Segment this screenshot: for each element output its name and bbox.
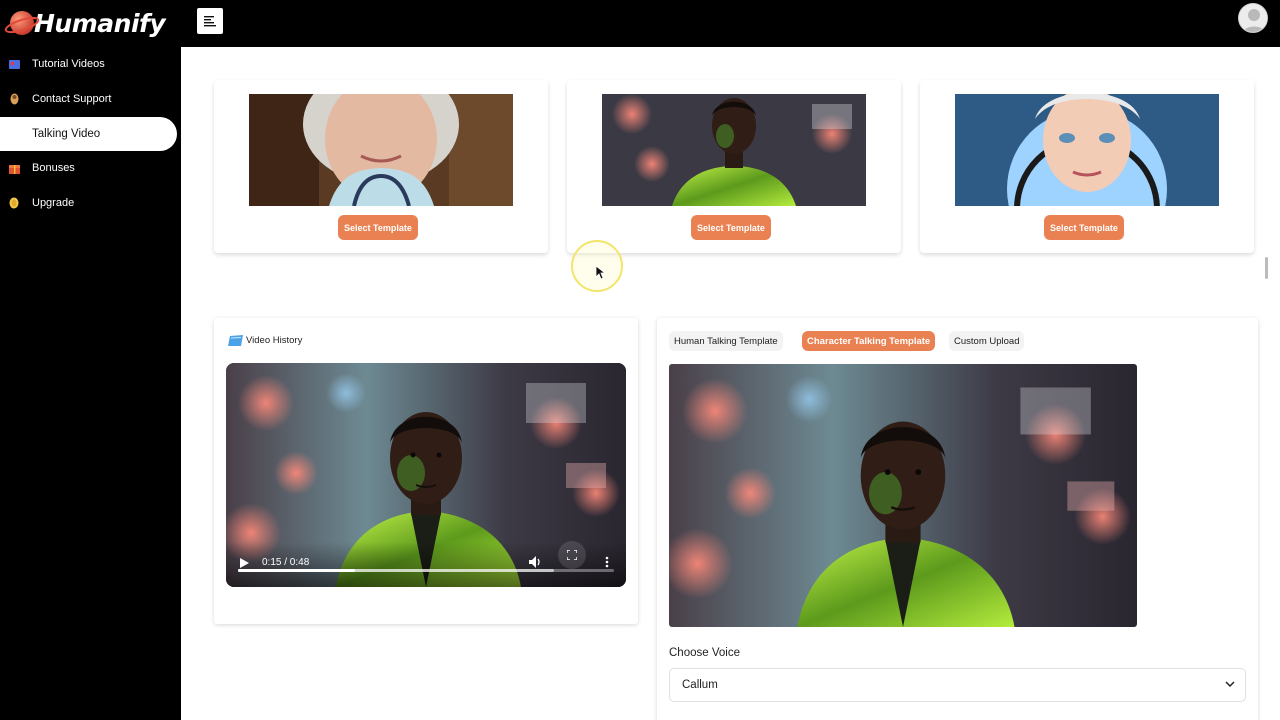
template-thumbnail-image[interactable] — [955, 94, 1219, 206]
top-bar: Humanify — [0, 0, 1280, 47]
select-template-button[interactable]: Select Template — [338, 215, 418, 240]
sidebar-item-label: Contact Support — [32, 93, 112, 105]
hamburger-icon — [204, 16, 216, 27]
scrollbar-thumb[interactable] — [1265, 257, 1268, 279]
sidebar-item-talking-video[interactable]: Talking Video — [0, 117, 177, 151]
app-logo-text: Humanify — [34, 8, 166, 38]
template-card: Select Template — [920, 80, 1254, 253]
more-options-icon[interactable] — [605, 556, 609, 568]
sidebar-item-label: Tutorial Videos — [32, 58, 105, 70]
menu-toggle-button[interactable] — [197, 8, 223, 34]
voice-select-value: Callum — [682, 679, 718, 691]
video-history-title: Video History — [246, 335, 303, 346]
sidebar-item-bonuses[interactable]: Bonuses — [0, 151, 177, 185]
select-template-button[interactable]: Select Template — [691, 215, 771, 240]
template-card: Select Template — [214, 80, 548, 253]
tab-character-talking-template[interactable]: Character Talking Template — [802, 331, 936, 351]
choose-voice-label: Choose Voice — [669, 647, 740, 659]
played-bar — [238, 569, 355, 572]
select-template-button[interactable]: Select Template — [1044, 215, 1124, 240]
sidebar: Tutorial Videos Contact Support Talking … — [0, 47, 181, 720]
talking-video-panel: Human Talking Template Character Talking… — [657, 318, 1258, 720]
volume-icon[interactable] — [529, 556, 542, 568]
template-thumbnail-image[interactable] — [249, 94, 513, 206]
tab-custom-upload[interactable]: Custom Upload — [949, 331, 1025, 351]
film-icon — [8, 58, 20, 70]
support-icon — [8, 93, 20, 105]
video-progress-bar[interactable] — [238, 569, 614, 572]
play-icon[interactable] — [240, 558, 249, 568]
sidebar-item-upgrade[interactable]: Upgrade — [0, 186, 177, 220]
template-thumbnail-image[interactable] — [602, 94, 866, 206]
video-history-heading: Video History — [228, 334, 302, 347]
fullscreen-button[interactable] — [558, 541, 586, 569]
user-avatar[interactable] — [1238, 3, 1268, 33]
sidebar-item-label: Upgrade — [32, 197, 75, 209]
coin-icon — [8, 197, 20, 209]
sidebar-item-contact-support[interactable]: Contact Support — [0, 82, 177, 116]
user-icon — [1239, 4, 1267, 32]
planet-logo-icon — [4, 11, 40, 35]
video-time: 0:15 / 0:48 — [262, 557, 310, 568]
voice-select[interactable]: Callum — [669, 668, 1246, 702]
template-preview-image — [669, 364, 1137, 627]
sidebar-item-label: Bonuses — [32, 162, 75, 174]
tab-human-talking-template[interactable]: Human Talking Template — [669, 331, 783, 351]
video-controls: 0:15 / 0:48 — [226, 541, 626, 587]
mouse-pointer-icon — [596, 266, 606, 280]
sidebar-item-label: Talking Video — [32, 128, 101, 140]
sidebar-item-tutorial-videos[interactable]: Tutorial Videos — [0, 47, 177, 81]
chevron-down-icon — [1225, 681, 1235, 688]
history-icon — [228, 335, 243, 346]
video-history-card: Video History 0:15 / 0:48 — [214, 318, 638, 624]
app-logo[interactable]: Humanify — [4, 5, 166, 41]
fullscreen-icon — [567, 550, 577, 560]
video-player[interactable]: 0:15 / 0:48 — [226, 363, 626, 587]
template-card: Select Template — [567, 80, 901, 253]
video-icon — [8, 128, 20, 140]
gift-icon — [8, 162, 20, 174]
